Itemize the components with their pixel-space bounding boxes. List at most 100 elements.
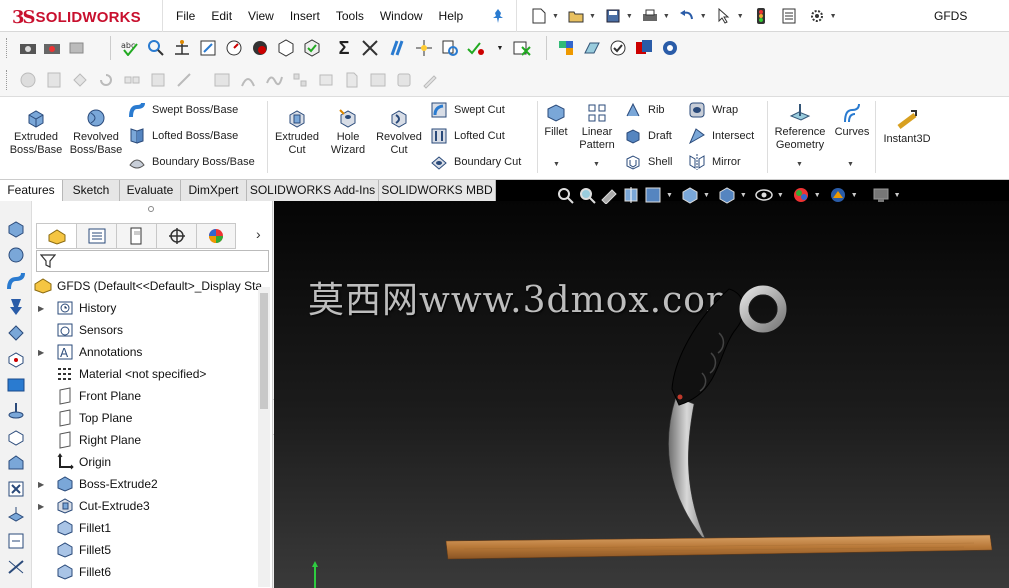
tab-solidworks-mbd[interactable]: SOLIDWORKS MBD: [379, 180, 496, 201]
dome-icon[interactable]: [6, 505, 26, 525]
chevron-down-icon[interactable]: ▼: [490, 38, 510, 58]
undo-icon[interactable]: [678, 7, 696, 25]
save-icon[interactable]: [604, 7, 622, 25]
extrude-icon[interactable]: [6, 219, 26, 239]
equations-sigma-icon[interactable]: Σ: [334, 38, 354, 58]
display-style-icon[interactable]: [718, 186, 736, 204]
extruded-boss-button[interactable]: Extruded Boss/Base: [8, 107, 64, 157]
deviation-analysis-icon[interactable]: [360, 38, 380, 58]
rib-button[interactable]: Rib: [624, 101, 665, 119]
view-orientation-icon[interactable]: [681, 186, 699, 204]
hide-show-icon[interactable]: [316, 70, 336, 90]
chevron-down-icon[interactable]: ▼: [700, 13, 707, 20]
hole-icon[interactable]: [6, 349, 26, 369]
view-settings-monitor-icon[interactable]: [872, 186, 890, 204]
extruded-cut-button[interactable]: Extruded Cut: [270, 107, 324, 157]
file-properties-icon[interactable]: [780, 7, 798, 25]
toolbar-grip[interactable]: [6, 38, 9, 58]
chevron-down-icon[interactable]: ▼: [737, 13, 744, 20]
chevron-down-icon[interactable]: ▼: [777, 192, 784, 199]
reference-geometry-button[interactable]: Reference Geometry: [770, 102, 830, 152]
verify-check-icon[interactable]: [608, 38, 628, 58]
chevron-down-icon[interactable]: ▼: [552, 13, 559, 20]
chevron-down-icon[interactable]: ▼: [830, 13, 837, 20]
loft-icon[interactable]: [6, 297, 26, 317]
tree-item-front-plane[interactable]: Front Plane: [56, 385, 141, 407]
hide-show-items-icon[interactable]: [755, 186, 773, 204]
tree-item-material[interactable]: Material <not specified>: [56, 363, 206, 385]
curves-button[interactable]: Curves: [832, 102, 872, 139]
sketch-curve-icon[interactable]: [238, 70, 258, 90]
delete-body-icon[interactable]: [6, 479, 26, 499]
scrollbar-thumb[interactable]: [260, 293, 268, 409]
draft-button[interactable]: Draft: [624, 127, 672, 145]
menu-file[interactable]: File: [176, 9, 195, 23]
chevron-down-icon[interactable]: ▼: [626, 13, 633, 20]
solidworks-logo[interactable]: 3S SOLIDWORKS: [12, 6, 141, 28]
tab-configurationmanager[interactable]: [116, 223, 156, 249]
tree-item-fillet5[interactable]: Fillet5: [56, 539, 111, 561]
tab-sketch[interactable]: Sketch: [63, 180, 120, 201]
grid-icon[interactable]: [44, 70, 64, 90]
print-icon[interactable]: [641, 7, 659, 25]
zoom-to-area-icon[interactable]: [578, 186, 596, 204]
geometry-analysis-icon[interactable]: [276, 38, 296, 58]
options-gear-icon[interactable]: [808, 7, 826, 25]
sensor-icon[interactable]: [224, 38, 244, 58]
menu-insert[interactable]: Insert: [290, 9, 320, 23]
lofted-boss-button[interactable]: Lofted Boss/Base: [128, 127, 238, 145]
shell-button[interactable]: Shell: [624, 153, 672, 171]
compare-documents-icon[interactable]: [440, 38, 460, 58]
sketch-image-icon[interactable]: [212, 70, 232, 90]
tree-item-origin[interactable]: Origin: [56, 451, 111, 473]
chamfer-icon[interactable]: [6, 453, 26, 473]
edit-appearance-icon[interactable]: [792, 186, 810, 204]
sweep-icon[interactable]: [6, 271, 26, 291]
edit-part-icon[interactable]: [420, 70, 440, 90]
model-render[interactable]: [274, 201, 1009, 588]
lofted-cut-button[interactable]: Lofted Cut: [430, 127, 505, 145]
measure-icon[interactable]: [146, 38, 166, 58]
new-document-icon[interactable]: [530, 7, 548, 25]
tab-dimxpertmanager[interactable]: [156, 223, 196, 249]
expand-arrow-icon[interactable]: ▶: [38, 480, 44, 489]
tab-solidworks-add-ins[interactable]: SOLIDWORKS Add-Ins: [247, 180, 379, 201]
settings-wheel-icon[interactable]: [660, 38, 680, 58]
menu-help[interactable]: Help: [439, 9, 464, 23]
chevron-down-icon[interactable]: ▼: [847, 161, 854, 168]
chevron-down-icon[interactable]: ▼: [703, 192, 710, 199]
tree-item-history[interactable]: ▶ History: [38, 297, 116, 319]
open-folder-icon[interactable]: [567, 7, 585, 25]
spell-check-icon[interactable]: abc: [120, 38, 140, 58]
cut-list-icon[interactable]: [394, 70, 414, 90]
tree-root-part[interactable]: GFDS (Default<<Default>_Display Sta: [34, 275, 262, 297]
tab-propertymanager[interactable]: [76, 223, 116, 249]
chevron-down-icon[interactable]: ▼: [894, 192, 901, 199]
mass-properties-icon[interactable]: [172, 38, 192, 58]
hole-wizard-button[interactable]: Hole Wizard: [326, 107, 370, 157]
menu-edit[interactable]: Edit: [211, 9, 232, 23]
layout-icon[interactable]: [368, 70, 388, 90]
boundary-icon[interactable]: [6, 323, 26, 343]
tree-item-right-plane[interactable]: Right Plane: [56, 429, 141, 451]
tab-displaymanager[interactable]: [196, 223, 236, 249]
instant3d-button[interactable]: Instant3D: [878, 109, 936, 146]
boundary-boss-button[interactable]: Boundary Boss/Base: [128, 153, 255, 171]
fillet-button[interactable]: Fillet: [540, 102, 572, 139]
swept-boss-button[interactable]: Swept Boss/Base: [128, 101, 238, 119]
revolved-boss-button[interactable]: Revolved Boss/Base: [68, 107, 124, 157]
rotate-component-icon[interactable]: [96, 70, 116, 90]
camera-icon[interactable]: [18, 38, 38, 58]
tab-featuremanager[interactable]: [36, 223, 76, 249]
revolve-icon[interactable]: [6, 245, 26, 265]
tree-item-top-plane[interactable]: Top Plane: [56, 407, 132, 429]
check-sketch-icon[interactable]: [466, 38, 486, 58]
mate-icon[interactable]: [6, 401, 26, 421]
intersect-button[interactable]: Intersect: [688, 127, 754, 145]
tree-item-sensors[interactable]: Sensors: [56, 319, 123, 341]
zoom-to-fit-icon[interactable]: [556, 186, 574, 204]
chevron-down-icon[interactable]: ▼: [663, 13, 670, 20]
exploded-view-icon[interactable]: [122, 70, 142, 90]
copy-view-icon[interactable]: [66, 38, 86, 58]
mirror-components-icon[interactable]: [148, 70, 168, 90]
